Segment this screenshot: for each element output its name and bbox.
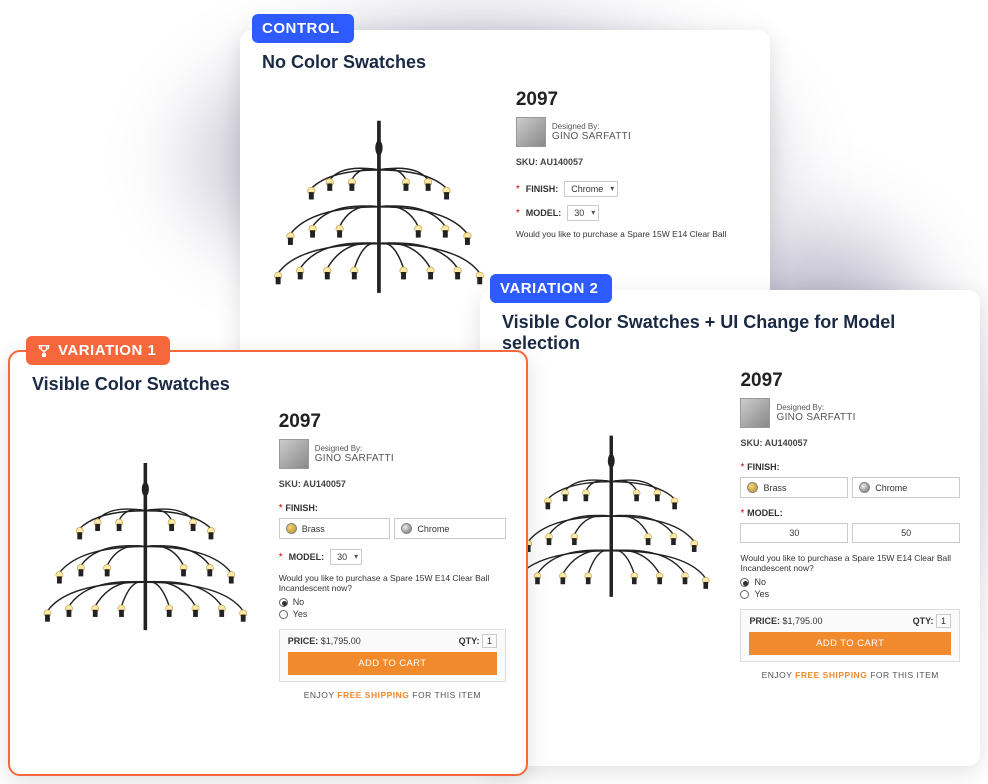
finish-select[interactable]: Chrome bbox=[564, 181, 618, 197]
product-title: 2097 bbox=[740, 370, 960, 392]
swatch-brass-label: Brass bbox=[302, 524, 325, 534]
required-star: * bbox=[279, 552, 283, 563]
add-to-cart-button[interactable]: ADD TO CART bbox=[288, 652, 497, 675]
model-label: MODEL: bbox=[747, 508, 783, 518]
sku-row: SKU: AU140057 bbox=[516, 157, 750, 167]
qty-select[interactable]: 1 bbox=[482, 634, 497, 648]
radio-yes-label: Yes bbox=[754, 589, 769, 599]
ship-prefix: ENJOY bbox=[304, 690, 335, 700]
sku-label: SKU: bbox=[740, 438, 762, 448]
price-label: PRICE: bbox=[288, 636, 319, 646]
card-variation-2: VARIATION 2 Visible Color Swatches + UI … bbox=[480, 290, 980, 766]
required-star: * bbox=[740, 508, 744, 519]
tag-v2-label: VARIATION 2 bbox=[500, 280, 598, 297]
ship-mid: FREE SHIPPING bbox=[795, 670, 867, 680]
swatch-brass-label: Brass bbox=[763, 483, 786, 493]
radio-yes[interactable]: Yes bbox=[279, 609, 506, 619]
swatch-chrome[interactable]: Chrome bbox=[394, 518, 506, 539]
model-label: MODEL: bbox=[526, 208, 562, 218]
chrome-icon bbox=[859, 482, 870, 493]
radio-no-label: No bbox=[293, 597, 305, 607]
radio-no-label: No bbox=[754, 577, 766, 587]
tag-v1-label: VARIATION 1 bbox=[58, 342, 156, 359]
brass-icon bbox=[747, 482, 758, 493]
product-title: 2097 bbox=[279, 411, 506, 433]
designer-avatar bbox=[279, 439, 309, 469]
sku-row: SKU: AU140057 bbox=[740, 438, 960, 448]
swatch-chrome[interactable]: Chrome bbox=[852, 477, 960, 498]
price-box: PRICE: $1,795.00 QTY: 1 ADD TO CART bbox=[279, 629, 506, 682]
designer-name: GINO SARFATTI bbox=[552, 131, 631, 142]
product-image-control bbox=[256, 83, 502, 343]
finish-label: FINISH: bbox=[747, 462, 780, 472]
model-label: MODEL: bbox=[289, 552, 325, 562]
designer-label: Designed By: bbox=[552, 122, 631, 131]
model-select[interactable]: 30 bbox=[567, 205, 599, 221]
model-button-30[interactable]: 30 bbox=[740, 523, 848, 543]
tag-control: CONTROL bbox=[252, 14, 354, 43]
brass-icon bbox=[286, 523, 297, 534]
designer-name: GINO SARFATTI bbox=[776, 412, 855, 423]
qty-label: QTY: bbox=[913, 616, 934, 626]
product-title: 2097 bbox=[516, 89, 750, 111]
shipping-note: ENJOY FREE SHIPPING FOR THIS ITEM bbox=[740, 670, 960, 680]
card-variation-1: VARIATION 1 Visible Color Swatches 2097 … bbox=[8, 350, 528, 776]
price-value: $1,795.00 bbox=[783, 616, 823, 626]
required-star: * bbox=[516, 208, 520, 219]
swatch-brass[interactable]: Brass bbox=[740, 477, 848, 498]
designer-name: GINO SARFATTI bbox=[315, 453, 394, 464]
qty-select[interactable]: 1 bbox=[936, 614, 951, 628]
trophy-icon bbox=[36, 343, 52, 359]
tag-variation-2: VARIATION 2 bbox=[490, 274, 612, 303]
add-to-cart-button[interactable]: ADD TO CART bbox=[749, 632, 951, 655]
product-image-v1 bbox=[26, 405, 265, 700]
designer-avatar bbox=[516, 117, 546, 147]
sku-label: SKU: bbox=[516, 157, 538, 167]
radio-yes-label: Yes bbox=[293, 609, 308, 619]
tag-control-label: CONTROL bbox=[262, 20, 340, 37]
model-select[interactable]: 30 bbox=[330, 549, 362, 565]
designer-label: Designed By: bbox=[776, 403, 855, 412]
price-value: $1,795.00 bbox=[321, 636, 361, 646]
spare-question: Would you like to purchase a Spare 15W E… bbox=[740, 553, 960, 573]
required-star: * bbox=[516, 184, 520, 195]
swatch-brass[interactable]: Brass bbox=[279, 518, 391, 539]
required-star: * bbox=[279, 503, 283, 514]
product-image-v2 bbox=[496, 364, 726, 680]
swatch-chrome-label: Chrome bbox=[875, 483, 907, 493]
sku-value: AU140057 bbox=[540, 157, 583, 167]
ship-prefix: ENJOY bbox=[762, 670, 793, 680]
ship-suffix: FOR THIS ITEM bbox=[870, 670, 939, 680]
ship-mid: FREE SHIPPING bbox=[337, 690, 409, 700]
swatch-chrome-label: Chrome bbox=[417, 524, 449, 534]
finish-label: FINISH: bbox=[285, 503, 318, 513]
radio-yes[interactable]: Yes bbox=[740, 589, 960, 599]
model-button-50[interactable]: 50 bbox=[852, 523, 960, 543]
radio-no[interactable]: No bbox=[740, 577, 960, 587]
price-label: PRICE: bbox=[749, 616, 780, 626]
ship-suffix: FOR THIS ITEM bbox=[412, 690, 481, 700]
sku-label: SKU: bbox=[279, 479, 301, 489]
chrome-icon bbox=[401, 523, 412, 534]
sku-value: AU140057 bbox=[303, 479, 346, 489]
sku-value: AU140057 bbox=[765, 438, 808, 448]
spare-question: Would you like to purchase a Spare 15W E… bbox=[516, 229, 750, 239]
finish-label: FINISH: bbox=[526, 184, 559, 194]
tag-variation-1: VARIATION 1 bbox=[26, 336, 170, 365]
spare-question: Would you like to purchase a Spare 15W E… bbox=[279, 573, 506, 593]
designer-label: Designed By: bbox=[315, 444, 394, 453]
qty-label: QTY: bbox=[459, 636, 480, 646]
designer-avatar bbox=[740, 398, 770, 428]
shipping-note: ENJOY FREE SHIPPING FOR THIS ITEM bbox=[279, 690, 506, 700]
sku-row: SKU: AU140057 bbox=[279, 479, 506, 489]
radio-no[interactable]: No bbox=[279, 597, 506, 607]
required-star: * bbox=[740, 462, 744, 473]
price-box: PRICE: $1,795.00 QTY: 1 ADD TO CART bbox=[740, 609, 960, 662]
